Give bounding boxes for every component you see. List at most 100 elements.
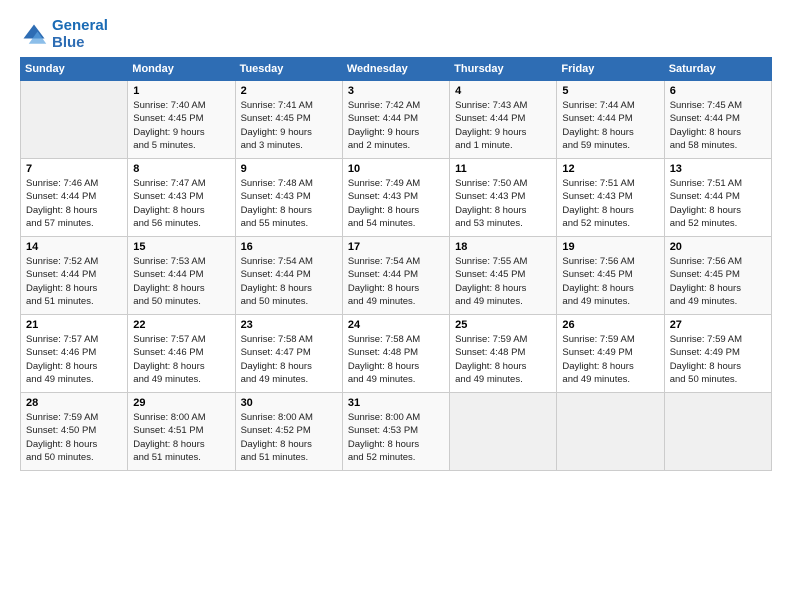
day-number: 11 [455, 163, 551, 175]
day-info: Sunrise: 8:00 AM Sunset: 4:53 PM Dayligh… [348, 411, 444, 464]
day-info: Sunrise: 7:53 AM Sunset: 4:44 PM Dayligh… [133, 255, 229, 308]
calendar-cell [450, 393, 557, 471]
calendar-cell: 4 Sunrise: 7:43 AM Sunset: 4:44 PM Daylig… [450, 81, 557, 159]
day-number: 20 [670, 241, 766, 253]
calendar-cell: 27 Sunrise: 7:59 AM Sunset: 4:49 PM Dayli… [664, 315, 771, 393]
calendar-cell: 12 Sunrise: 7:51 AM Sunset: 4:43 PM Dayli… [557, 159, 664, 237]
day-info: Sunrise: 7:59 AM Sunset: 4:49 PM Dayligh… [562, 333, 658, 386]
header-cell-tuesday: Tuesday [235, 58, 342, 81]
calendar-cell: 8 Sunrise: 7:47 AM Sunset: 4:43 PM Daylig… [128, 159, 235, 237]
day-info: Sunrise: 7:48 AM Sunset: 4:43 PM Dayligh… [241, 177, 337, 230]
day-number: 10 [348, 163, 444, 175]
day-info: Sunrise: 7:59 AM Sunset: 4:49 PM Dayligh… [670, 333, 766, 386]
day-number: 13 [670, 163, 766, 175]
calendar-cell: 5 Sunrise: 7:44 AM Sunset: 4:44 PM Daylig… [557, 81, 664, 159]
page-container: General Blue SundayMondayTuesdayWednesda… [0, 0, 792, 481]
day-info: Sunrise: 7:51 AM Sunset: 4:44 PM Dayligh… [670, 177, 766, 230]
calendar-cell: 9 Sunrise: 7:48 AM Sunset: 4:43 PM Daylig… [235, 159, 342, 237]
calendar-cell: 29 Sunrise: 8:00 AM Sunset: 4:51 PM Dayli… [128, 393, 235, 471]
calendar-table: SundayMondayTuesdayWednesdayThursdayFrid… [20, 57, 772, 471]
calendar-cell: 25 Sunrise: 7:59 AM Sunset: 4:48 PM Dayli… [450, 315, 557, 393]
calendar-cell: 23 Sunrise: 7:58 AM Sunset: 4:47 PM Dayli… [235, 315, 342, 393]
day-number: 29 [133, 397, 229, 409]
day-info: Sunrise: 7:59 AM Sunset: 4:48 PM Dayligh… [455, 333, 551, 386]
day-number: 8 [133, 163, 229, 175]
header-cell-wednesday: Wednesday [342, 58, 449, 81]
day-number: 1 [133, 85, 229, 97]
day-info: Sunrise: 7:54 AM Sunset: 4:44 PM Dayligh… [348, 255, 444, 308]
day-info: Sunrise: 7:49 AM Sunset: 4:43 PM Dayligh… [348, 177, 444, 230]
day-info: Sunrise: 7:45 AM Sunset: 4:44 PM Dayligh… [670, 99, 766, 152]
calendar-cell: 22 Sunrise: 7:57 AM Sunset: 4:46 PM Dayli… [128, 315, 235, 393]
day-number: 3 [348, 85, 444, 97]
calendar-cell: 6Sunrise: 7:45 AM Sunset: 4:44 PM Daylig… [664, 81, 771, 159]
calendar-cell: 20 Sunrise: 7:56 AM Sunset: 4:45 PM Dayli… [664, 237, 771, 315]
day-info: Sunrise: 8:00 AM Sunset: 4:51 PM Dayligh… [133, 411, 229, 464]
day-info: Sunrise: 7:58 AM Sunset: 4:48 PM Dayligh… [348, 333, 444, 386]
calendar-cell: 3 Sunrise: 7:42 AM Sunset: 4:44 PM Daylig… [342, 81, 449, 159]
day-number: 14 [26, 241, 122, 253]
calendar-cell: 28Sunrise: 7:59 AM Sunset: 4:50 PM Dayli… [21, 393, 128, 471]
header-cell-monday: Monday [128, 58, 235, 81]
day-number: 9 [241, 163, 337, 175]
day-info: Sunrise: 7:56 AM Sunset: 4:45 PM Dayligh… [670, 255, 766, 308]
header-cell-friday: Friday [557, 58, 664, 81]
day-number: 26 [562, 319, 658, 331]
day-info: Sunrise: 7:54 AM Sunset: 4:44 PM Dayligh… [241, 255, 337, 308]
day-number: 12 [562, 163, 658, 175]
day-number: 28 [26, 397, 122, 409]
calendar-week-1: 1Sunrise: 7:40 AM Sunset: 4:45 PM Daylig… [21, 81, 772, 159]
calendar-cell: 19Sunrise: 7:56 AM Sunset: 4:45 PM Dayli… [557, 237, 664, 315]
day-number: 22 [133, 319, 229, 331]
header-cell-saturday: Saturday [664, 58, 771, 81]
day-number: 16 [241, 241, 337, 253]
day-info: Sunrise: 7:57 AM Sunset: 4:46 PM Dayligh… [133, 333, 229, 386]
day-number: 4 [455, 85, 551, 97]
calendar-cell: 17 Sunrise: 7:54 AM Sunset: 4:44 PM Dayli… [342, 237, 449, 315]
calendar-cell: 14 Sunrise: 7:52 AM Sunset: 4:44 PM Dayli… [21, 237, 128, 315]
calendar-week-4: 21Sunrise: 7:57 AM Sunset: 4:46 PM Dayli… [21, 315, 772, 393]
day-info: Sunrise: 7:56 AM Sunset: 4:45 PM Dayligh… [562, 255, 658, 308]
day-number: 2 [241, 85, 337, 97]
day-info: Sunrise: 8:00 AM Sunset: 4:52 PM Dayligh… [241, 411, 337, 464]
calendar-week-5: 28Sunrise: 7:59 AM Sunset: 4:50 PM Dayli… [21, 393, 772, 471]
day-info: Sunrise: 7:44 AM Sunset: 4:44 PM Dayligh… [562, 99, 658, 152]
day-info: Sunrise: 7:57 AM Sunset: 4:46 PM Dayligh… [26, 333, 122, 386]
calendar-cell: 11 Sunrise: 7:50 AM Sunset: 4:43 PM Dayli… [450, 159, 557, 237]
calendar-cell [21, 81, 128, 159]
day-number: 31 [348, 397, 444, 409]
day-info: Sunrise: 7:58 AM Sunset: 4:47 PM Dayligh… [241, 333, 337, 386]
day-number: 27 [670, 319, 766, 331]
day-info: Sunrise: 7:47 AM Sunset: 4:43 PM Dayligh… [133, 177, 229, 230]
logo-icon [20, 21, 48, 49]
day-number: 25 [455, 319, 551, 331]
logo-text: General Blue [52, 18, 108, 51]
calendar-cell: 21Sunrise: 7:57 AM Sunset: 4:46 PM Dayli… [21, 315, 128, 393]
day-number: 23 [241, 319, 337, 331]
calendar-cell: 10 Sunrise: 7:49 AM Sunset: 4:43 PM Dayli… [342, 159, 449, 237]
header: General Blue [20, 18, 772, 51]
day-info: Sunrise: 7:43 AM Sunset: 4:44 PM Dayligh… [455, 99, 551, 152]
header-row: SundayMondayTuesdayWednesdayThursdayFrid… [21, 58, 772, 81]
calendar-cell: 26 Sunrise: 7:59 AM Sunset: 4:49 PM Dayli… [557, 315, 664, 393]
calendar-cell: 24Sunrise: 7:58 AM Sunset: 4:48 PM Dayli… [342, 315, 449, 393]
calendar-cell: 2Sunrise: 7:41 AM Sunset: 4:45 PM Daylig… [235, 81, 342, 159]
day-number: 30 [241, 397, 337, 409]
day-number: 17 [348, 241, 444, 253]
calendar-cell: 7 Sunrise: 7:46 AM Sunset: 4:44 PM Daylig… [21, 159, 128, 237]
header-cell-sunday: Sunday [21, 58, 128, 81]
calendar-cell [557, 393, 664, 471]
logo: General Blue [20, 18, 108, 51]
calendar-cell: 18Sunrise: 7:55 AM Sunset: 4:45 PM Dayli… [450, 237, 557, 315]
calendar-cell: 13 Sunrise: 7:51 AM Sunset: 4:44 PM Dayli… [664, 159, 771, 237]
calendar-cell [664, 393, 771, 471]
day-number: 15 [133, 241, 229, 253]
day-info: Sunrise: 7:50 AM Sunset: 4:43 PM Dayligh… [455, 177, 551, 230]
day-info: Sunrise: 7:55 AM Sunset: 4:45 PM Dayligh… [455, 255, 551, 308]
day-number: 5 [562, 85, 658, 97]
day-info: Sunrise: 7:46 AM Sunset: 4:44 PM Dayligh… [26, 177, 122, 230]
day-info: Sunrise: 7:51 AM Sunset: 4:43 PM Dayligh… [562, 177, 658, 230]
day-info: Sunrise: 7:42 AM Sunset: 4:44 PM Dayligh… [348, 99, 444, 152]
day-number: 7 [26, 163, 122, 175]
day-info: Sunrise: 7:52 AM Sunset: 4:44 PM Dayligh… [26, 255, 122, 308]
